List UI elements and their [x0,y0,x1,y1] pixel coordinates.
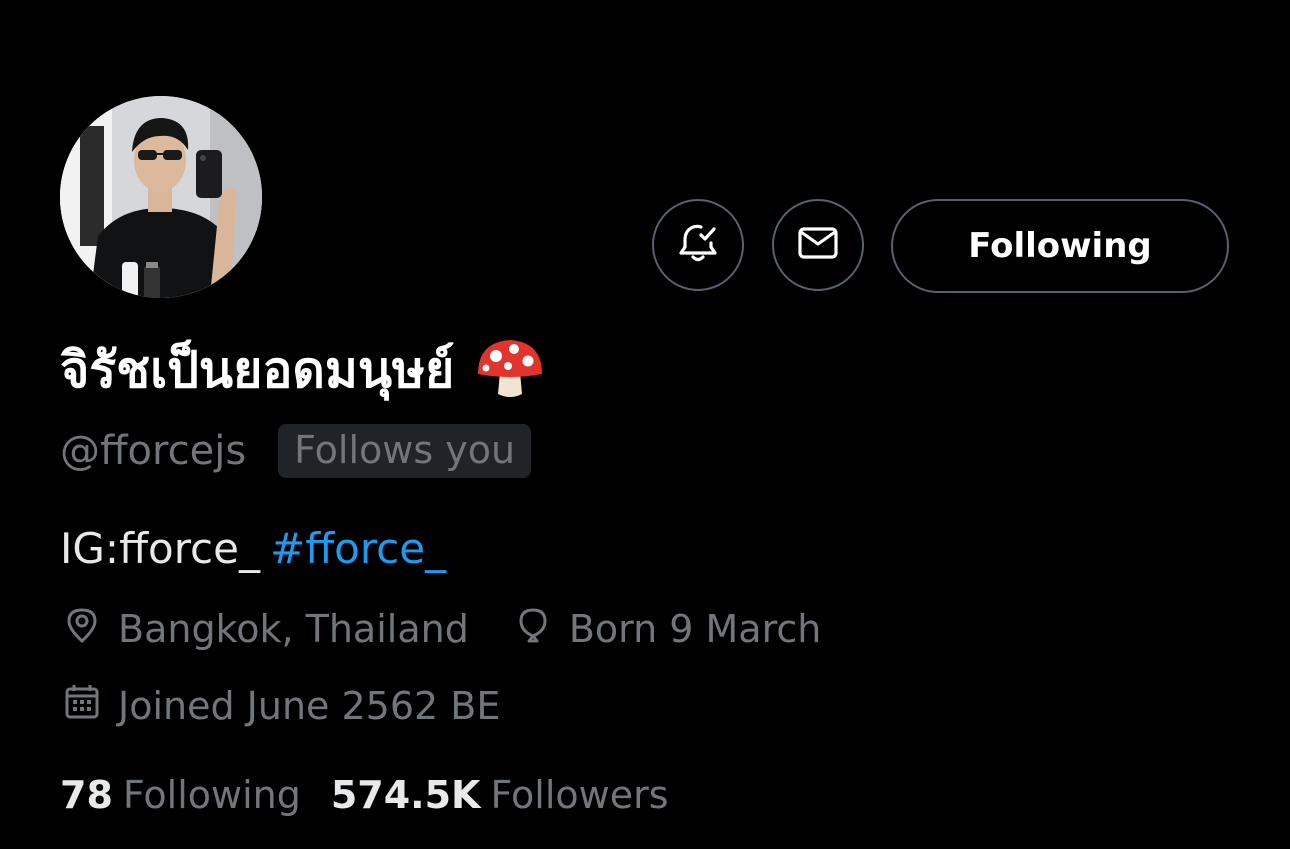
bio-text: IG:fforce_ [60,524,260,573]
following-button[interactable]: Following [891,199,1229,293]
location-item: Bangkok, Thailand [62,605,469,654]
location-text: Bangkok, Thailand [118,607,469,651]
balloon-icon [513,605,569,654]
joined-item: Joined June 2562 BE [62,682,500,731]
follows-you-badge: Follows you [278,424,532,478]
profile-meta-row: Bangkok, Thailand Born 9 March [62,604,821,654]
message-button[interactable] [772,199,864,291]
handle-row: @fforcejs Follows you [60,423,532,479]
birthday-item: Born 9 March [513,605,822,654]
birthday-text: Born 9 March [568,607,822,651]
bio-hashtag-link[interactable]: #fforce_ [270,524,446,573]
following-count: 78 [60,773,113,817]
profile-page: Following จิรัชเป็นยอดมนุษย์ @fforcejs F… [0,0,1290,849]
location-pin-icon [62,605,118,654]
user-handle: @fforcejs [60,428,247,474]
mushroom-icon [474,336,546,404]
profile-bio: IG:fforce_ #fforce_ [60,524,446,573]
display-name: จิรัชเป็นยอดมนุษย์ [60,340,455,399]
followers-count-label: Followers [490,773,669,817]
calendar-icon [62,682,118,731]
following-count-link[interactable]: 78 Following [60,773,301,817]
display-name-row: จิรัชเป็นยอดมนุษย์ [60,330,546,410]
followers-count-link[interactable]: 574.5K Followers [331,773,669,817]
bell-check-icon [674,219,722,271]
following-count-label: Following [122,773,301,817]
joined-text: Joined June 2562 BE [118,684,501,728]
envelope-icon [794,219,842,271]
notifications-button[interactable] [652,199,744,291]
profile-avatar[interactable] [60,96,262,298]
profile-joined-row: Joined June 2562 BE [62,681,500,731]
follow-stats: 78 Following 574.5K Followers [60,770,669,820]
followers-count: 574.5K [330,773,481,817]
